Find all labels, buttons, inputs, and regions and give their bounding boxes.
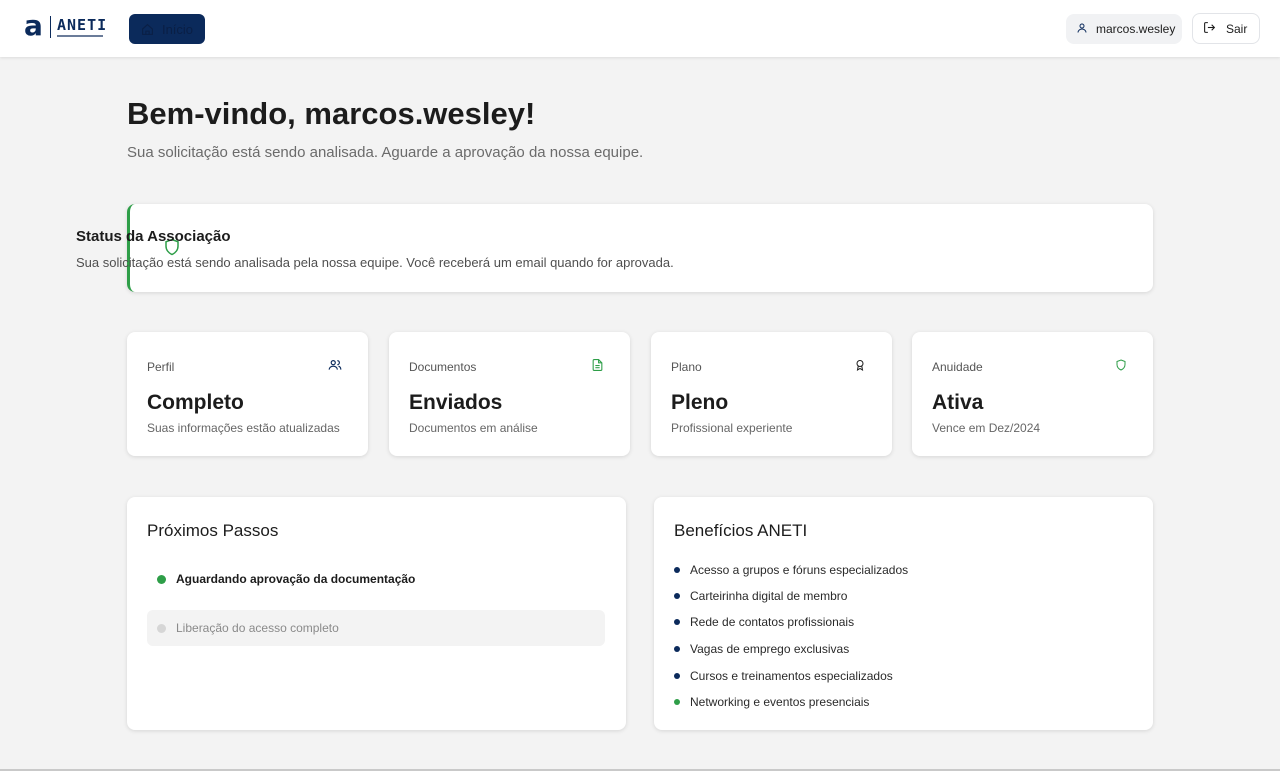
bullet-dot <box>674 673 680 679</box>
benefit-item: Cursos e treinamentos especializados <box>674 669 893 683</box>
benefits-panel: Benefícios ANETI Acesso a grupos e fórun… <box>654 497 1153 730</box>
users-icon <box>328 358 342 377</box>
logout-label: Sair <box>1226 21 1248 36</box>
stat-description: Documentos em análise <box>409 421 538 435</box>
logo-wordmark: ANETI <box>57 17 107 37</box>
home-button-label: Início <box>161 21 194 37</box>
home-icon <box>141 23 154 36</box>
stat-label: Perfil <box>147 360 175 374</box>
logout-button[interactable]: Sair <box>1192 13 1260 44</box>
page-title: Bem-vindo, marcos.wesley! <box>127 96 536 131</box>
award-icon <box>854 358 866 377</box>
logout-icon <box>1203 21 1216 37</box>
step-done-dot <box>157 574 166 584</box>
status-card <box>127 204 1153 292</box>
logo-tagline-bar <box>57 35 103 37</box>
page-subtitle: Sua solicitação está sendo analisada. Ag… <box>127 144 644 161</box>
logo-mark: a <box>24 9 43 42</box>
profile-card: Perfil Completo Suas informações estão a… <box>127 332 368 456</box>
benefit-label: Acesso a grupos e fóruns especializados <box>690 563 909 577</box>
benefit-label: Cursos e treinamentos especializados <box>690 669 893 683</box>
step-item: Liberação do acesso completo <box>147 610 605 646</box>
next-steps-title: Próximos Passos <box>147 521 279 540</box>
document-icon <box>591 358 604 377</box>
aneti-logo[interactable]: a ANETI <box>24 9 107 42</box>
benefit-item: Vagas de emprego exclusivas <box>674 642 849 656</box>
annuity-card: Anuidade Ativa Vence em Dez/2024 <box>912 332 1153 456</box>
bullet-dot <box>674 619 680 625</box>
stat-value: Ativa <box>932 391 984 414</box>
stat-description: Vence em Dez/2024 <box>932 421 1041 435</box>
logo-divider <box>50 16 51 38</box>
benefit-item: Carteirinha digital de membro <box>674 589 847 603</box>
benefit-label: Carteirinha digital de membro <box>690 589 848 603</box>
benefit-label: Vagas de emprego exclusivas <box>690 642 850 656</box>
status-title: Status da Associação <box>76 228 231 245</box>
benefits-title: Benefícios ANETI <box>674 521 808 540</box>
benefit-label: Rede de contatos profissionais <box>690 615 855 629</box>
stat-label: Plano <box>671 360 702 374</box>
home-button[interactable]: Início <box>129 14 205 44</box>
status-text: Sua solicitação está sendo analisada pel… <box>76 255 674 270</box>
next-steps-panel: Próximos Passos Aguardando aprovação da … <box>127 497 626 730</box>
step-label: Aguardando aprovação da documentação <box>176 572 416 586</box>
benefit-item: Rede de contatos profissionais <box>674 615 854 629</box>
bullet-dot <box>674 567 680 573</box>
benefit-label: Networking e eventos presenciais <box>690 695 870 709</box>
documents-card: Documentos Enviados Documentos em anális… <box>389 332 630 456</box>
benefit-item: Networking e eventos presenciais <box>674 695 869 709</box>
step-pending-dot <box>157 623 166 633</box>
plan-card: Plano Pleno Profissional experiente <box>651 332 892 456</box>
stat-value: Completo <box>147 391 244 414</box>
stat-description: Profissional experiente <box>671 421 793 435</box>
benefit-item: Acesso a grupos e fóruns especializados <box>674 563 908 577</box>
username-label: marcos.wesley <box>1096 22 1176 36</box>
stat-label: Anuidade <box>932 360 983 374</box>
step-item: Aguardando aprovação da documentação <box>147 561 605 597</box>
shield-icon <box>1115 358 1127 377</box>
stat-label: Documentos <box>409 360 477 374</box>
stat-description: Suas informações estão atualizadas <box>147 421 340 435</box>
user-icon <box>1076 22 1088 37</box>
bullet-dot <box>674 646 680 652</box>
stat-value: Enviados <box>409 391 503 414</box>
bullet-dot <box>674 593 680 599</box>
stat-value: Pleno <box>671 391 729 414</box>
top-navbar: a ANETI Início marcos.wesley Sair <box>0 0 1280 57</box>
bullet-dot <box>674 699 680 705</box>
user-menu[interactable]: marcos.wesley <box>1066 14 1182 44</box>
logo-name: ANETI <box>57 16 108 34</box>
step-label: Liberação do acesso completo <box>176 621 339 635</box>
